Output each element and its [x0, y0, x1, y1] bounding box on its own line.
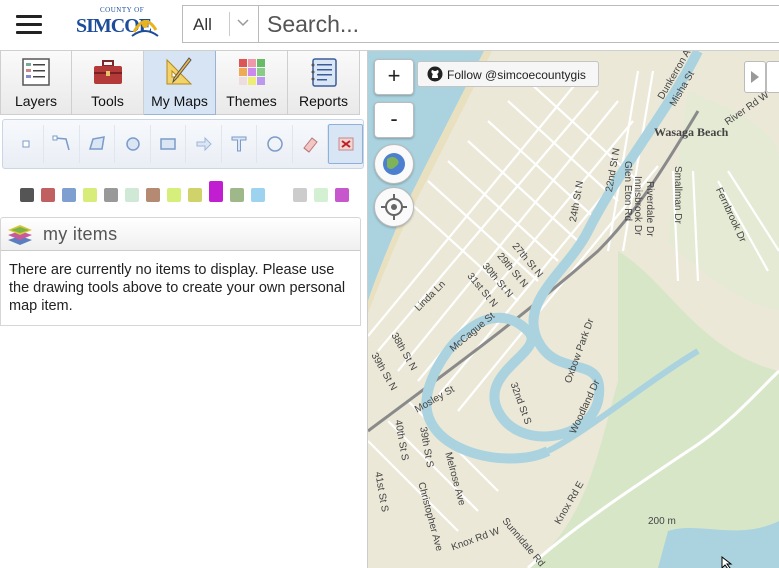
line-icon: [52, 135, 70, 151]
street-label: Smallman Dr: [672, 166, 683, 224]
top-bar: COUNTY OF SIMCOE All: [0, 0, 779, 51]
point-icon: [22, 140, 30, 148]
my-items-header: my items: [0, 217, 361, 251]
globe-icon: [383, 153, 405, 175]
color-swatch[interactable]: [104, 188, 118, 202]
layers-icon: [22, 58, 50, 86]
polygon-icon: [89, 136, 106, 150]
notebook-icon: [311, 58, 337, 87]
color-swatch[interactable]: [167, 188, 181, 202]
draw-rectangle-button[interactable]: [151, 125, 187, 163]
street-label: Riverdale Dr: [644, 181, 655, 237]
tab-layers[interactable]: Layers: [0, 51, 72, 115]
color-swatch[interactable]: [125, 188, 139, 202]
color-swatch[interactable]: [20, 188, 34, 202]
tab-tools[interactable]: Tools: [72, 51, 144, 115]
side-panel: Layers Tools My Maps Themes Reports my i…: [0, 51, 368, 568]
close-icon: [338, 137, 354, 151]
zoom-out-button[interactable]: -: [374, 102, 414, 138]
map-extra-button[interactable]: [766, 61, 779, 93]
locate-me-button[interactable]: [374, 187, 414, 227]
tab-label: Themes: [226, 93, 277, 109]
search-input[interactable]: [258, 5, 779, 43]
themes-grid-icon: [238, 59, 265, 85]
empty-items-message: There are currently no items to display.…: [9, 262, 346, 314]
color-swatch[interactable]: [188, 188, 202, 202]
tab-label: Tools: [91, 93, 124, 109]
color-swatch[interactable]: [230, 188, 244, 202]
logo-emblem-icon: [131, 20, 159, 37]
color-swatch-selected[interactable]: [209, 181, 223, 202]
filter-value: All: [193, 15, 212, 34]
color-swatch[interactable]: [293, 188, 307, 202]
map-view[interactable]: Wasaga Beach Dunkerron Ave Misha St Rive…: [368, 51, 779, 568]
draw-text-button[interactable]: [222, 125, 258, 163]
my-items-body: There are currently no items to display.…: [0, 251, 361, 326]
text-icon: [231, 136, 247, 152]
follow-twitter-button[interactable]: Follow @simcoecountygis: [417, 61, 599, 87]
draw-arrow-button[interactable]: [186, 125, 222, 163]
delete-all-button[interactable]: [328, 124, 363, 164]
mouse-cursor-icon: [721, 556, 733, 568]
tab-my-maps[interactable]: My Maps: [144, 51, 216, 115]
tab-label: Layers: [14, 93, 58, 109]
tab-reports[interactable]: Reports: [288, 51, 360, 115]
tab-label: Reports: [298, 93, 349, 109]
follow-label: Follow @simcoecountygis: [447, 68, 586, 82]
town-label: Wasaga Beach: [654, 125, 729, 139]
tab-themes[interactable]: Themes: [216, 51, 288, 115]
eraser-button[interactable]: [293, 125, 329, 163]
basemap-button[interactable]: [374, 144, 414, 184]
contour-label: 200 m: [648, 516, 676, 527]
color-swatch[interactable]: [83, 188, 97, 202]
color-swatch[interactable]: [272, 188, 286, 202]
measure-button[interactable]: [257, 125, 293, 163]
draw-line-button[interactable]: [44, 125, 80, 163]
menu-icon[interactable]: [16, 15, 42, 35]
chevron-down-icon: [237, 19, 249, 27]
color-swatch[interactable]: [314, 188, 328, 202]
eraser-icon: [303, 137, 318, 153]
search-filter-dropdown[interactable]: All: [182, 5, 258, 43]
color-swatch[interactable]: [41, 188, 55, 202]
toolbox-icon: [93, 60, 122, 84]
tab-label: My Maps: [151, 93, 208, 109]
draw-circle-button[interactable]: [115, 125, 151, 163]
color-swatch[interactable]: [62, 188, 76, 202]
draw-point-button[interactable]: [9, 125, 45, 163]
street-label: Innisbrook Dr: [632, 176, 643, 236]
zoom-in-button[interactable]: +: [374, 59, 414, 95]
filter-divider: [229, 12, 230, 36]
compass-icon: [266, 136, 283, 152]
color-swatch[interactable]: [146, 188, 160, 202]
map-next-button[interactable]: [744, 61, 766, 93]
county-logo[interactable]: COUNTY OF SIMCOE: [74, 6, 159, 46]
rectangle-icon: [160, 138, 176, 150]
color-swatch[interactable]: [251, 188, 265, 202]
crosshair-icon: [381, 194, 407, 220]
draw-polygon-button[interactable]: [80, 125, 116, 163]
play-icon: [751, 71, 759, 83]
my-items-title: my items: [43, 224, 118, 244]
circle-icon: [125, 137, 140, 151]
drawing-toolbar: [2, 119, 364, 169]
arrow-icon: [196, 136, 212, 152]
stacked-layers-icon: [8, 225, 32, 245]
color-swatch[interactable]: [335, 188, 349, 202]
panel-tabs: Layers Tools My Maps Themes Reports: [0, 51, 367, 115]
ruler-pencil-icon: [166, 57, 192, 85]
github-icon: [427, 66, 443, 82]
